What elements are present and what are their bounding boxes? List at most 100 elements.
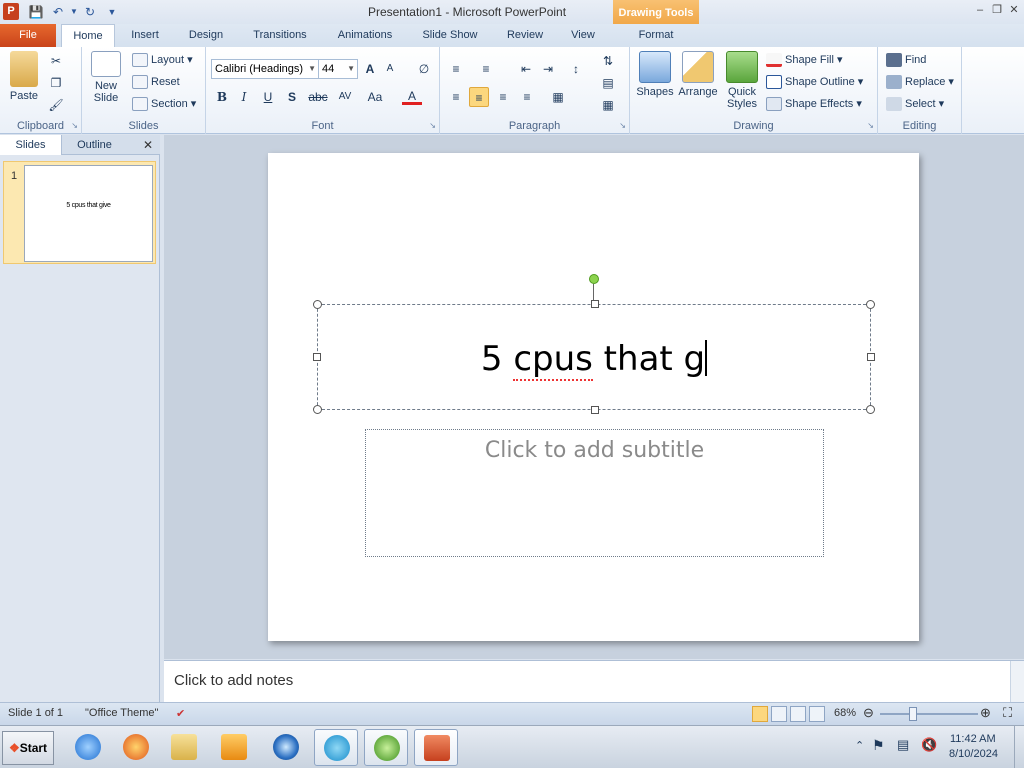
reading-view-icon[interactable]: [790, 706, 806, 722]
arrange-button[interactable]: Arrange: [676, 51, 720, 98]
columns-icon[interactable]: ▦: [548, 87, 568, 107]
font-family-combo[interactable]: Calibri (Headings) ▼: [211, 59, 319, 79]
shapes-button[interactable]: Shapes: [634, 51, 676, 98]
tab-outline[interactable]: Outline: [62, 135, 127, 155]
justify-icon[interactable]: ≡: [517, 87, 537, 107]
zoom-level[interactable]: 68%: [834, 707, 856, 719]
align-text-icon[interactable]: ▤: [598, 73, 618, 93]
numbering-icon[interactable]: ≡: [476, 59, 496, 79]
grow-font-button[interactable]: A: [360, 59, 380, 79]
shape-fill-button[interactable]: Shape Fill ▾: [766, 51, 843, 69]
tab-review[interactable]: Review: [500, 24, 550, 47]
layout-button[interactable]: Layout ▾: [132, 51, 193, 69]
show-hidden-icons[interactable]: ⌃: [855, 739, 864, 752]
font-color-button[interactable]: A: [402, 87, 422, 105]
shape-outline-button[interactable]: Shape Outline ▾: [766, 73, 863, 91]
shadow-button[interactable]: S: [282, 87, 302, 107]
restore-icon[interactable]: ❐: [990, 3, 1004, 17]
center-align-icon[interactable]: ≡: [469, 87, 489, 107]
underline-button[interactable]: U: [258, 87, 278, 107]
notes-pane[interactable]: Click to add notes: [164, 660, 1024, 703]
resize-handle-right[interactable]: [867, 353, 875, 361]
resize-handle-bottom[interactable]: [591, 406, 599, 414]
slide-show-view-icon[interactable]: [809, 706, 825, 722]
zoom-in-icon[interactable]: ⊕: [980, 705, 991, 721]
clock-time[interactable]: 11:42 AM: [950, 733, 996, 745]
tab-animations[interactable]: Animations: [330, 24, 400, 47]
align-left-icon[interactable]: ≡: [446, 87, 466, 107]
tab-slide-show[interactable]: Slide Show: [414, 24, 486, 47]
tab-transitions[interactable]: Transitions: [245, 24, 315, 47]
resize-handle-bottom-left[interactable]: [313, 405, 322, 414]
taskbar-media-player[interactable]: [212, 729, 256, 766]
character-spacing-button[interactable]: AV: [332, 87, 358, 107]
section-button[interactable]: Section ▾: [132, 95, 196, 113]
minimize-icon[interactable]: –: [973, 3, 987, 17]
zoom-slider-thumb[interactable]: [909, 707, 917, 721]
copy-icon[interactable]: ❐: [46, 73, 66, 93]
taskbar-internet-explorer[interactable]: [66, 729, 110, 766]
resize-handle-bottom-right[interactable]: [866, 405, 875, 414]
new-slide-button[interactable]: New Slide: [86, 51, 126, 104]
slide-sorter-icon[interactable]: [771, 706, 787, 722]
strikethrough-button[interactable]: abc: [306, 87, 330, 107]
close-window-icon[interactable]: ✕: [1007, 3, 1021, 17]
volume-muted-icon[interactable]: 🔇: [921, 737, 937, 753]
tab-home[interactable]: Home: [61, 24, 115, 48]
rotation-handle[interactable]: [589, 274, 599, 284]
text-direction-icon[interactable]: ⇅: [598, 51, 618, 71]
network-icon[interactable]: ▤: [897, 737, 909, 753]
title-placeholder[interactable]: 5 cpus that g: [313, 300, 875, 414]
drawing-launcher-icon[interactable]: ↘: [867, 121, 874, 130]
font-launcher-icon[interactable]: ↘: [429, 121, 436, 130]
resize-handle-top[interactable]: [591, 300, 599, 308]
resize-handle-top-left[interactable]: [313, 300, 322, 309]
action-center-flag-icon[interactable]: ⚑: [872, 737, 885, 754]
line-spacing-icon[interactable]: ↕: [566, 59, 586, 79]
tab-view[interactable]: View: [560, 24, 606, 47]
align-right-icon[interactable]: ≡: [493, 87, 513, 107]
replace-button[interactable]: Replace ▾: [886, 73, 954, 91]
bullets-icon[interactable]: ≡: [446, 59, 466, 79]
slide-thumbnail[interactable]: 5 cpus that give: [24, 165, 153, 262]
paragraph-launcher-icon[interactable]: ↘: [619, 121, 626, 130]
zoom-out-icon[interactable]: ⊖: [863, 705, 874, 721]
tab-slides[interactable]: Slides: [0, 135, 62, 155]
reset-button[interactable]: Reset: [132, 73, 180, 91]
clock-date[interactable]: 8/10/2024: [949, 748, 998, 760]
slide-title-text[interactable]: 5 cpus that g: [318, 339, 870, 381]
normal-view-icon[interactable]: [752, 706, 768, 722]
change-case-button[interactable]: Aa: [362, 87, 388, 107]
notes-scrollbar[interactable]: [1010, 661, 1024, 703]
spelling-error-word[interactable]: cpus: [513, 339, 593, 381]
taskbar-explorer[interactable]: [162, 729, 206, 766]
taskbar-app-globe[interactable]: [264, 729, 308, 766]
increase-indent-icon[interactable]: ⇥: [538, 59, 558, 79]
cut-icon[interactable]: ✂: [46, 51, 66, 71]
subtitle-placeholder[interactable]: Click to add subtitle: [365, 429, 824, 557]
clipboard-launcher-icon[interactable]: ↘: [71, 121, 78, 130]
slide-thumbnail-row[interactable]: 1 5 cpus that give: [3, 161, 156, 264]
slide-canvas[interactable]: 5 cpus that g Click to add subtitle: [268, 153, 919, 641]
font-size-combo[interactable]: 44 ▼: [318, 59, 358, 79]
taskbar-powerpoint[interactable]: [414, 729, 458, 766]
bold-button[interactable]: B: [212, 87, 232, 107]
spell-check-icon[interactable]: ✔: [176, 707, 185, 720]
fit-to-window-icon[interactable]: ⛶: [1003, 705, 1012, 721]
select-button[interactable]: Select ▾: [886, 95, 944, 113]
italic-button[interactable]: I: [234, 87, 254, 107]
format-painter-icon[interactable]: 🖌: [46, 95, 66, 115]
tab-file[interactable]: File: [0, 24, 56, 47]
zoom-slider[interactable]: [880, 713, 978, 715]
resize-handle-top-right[interactable]: [866, 300, 875, 309]
tab-format[interactable]: Format: [613, 24, 699, 47]
quick-styles-button[interactable]: Quick Styles: [722, 51, 762, 110]
tab-design[interactable]: Design: [180, 24, 232, 47]
resize-handle-left[interactable]: [313, 353, 321, 361]
taskbar-windows-app[interactable]: [364, 729, 408, 766]
tab-insert[interactable]: Insert: [122, 24, 168, 47]
decrease-indent-icon[interactable]: ⇤: [516, 59, 536, 79]
shrink-font-button[interactable]: A: [380, 59, 400, 79]
taskbar-accessibility[interactable]: [314, 729, 358, 766]
taskbar-firefox[interactable]: [114, 729, 158, 766]
